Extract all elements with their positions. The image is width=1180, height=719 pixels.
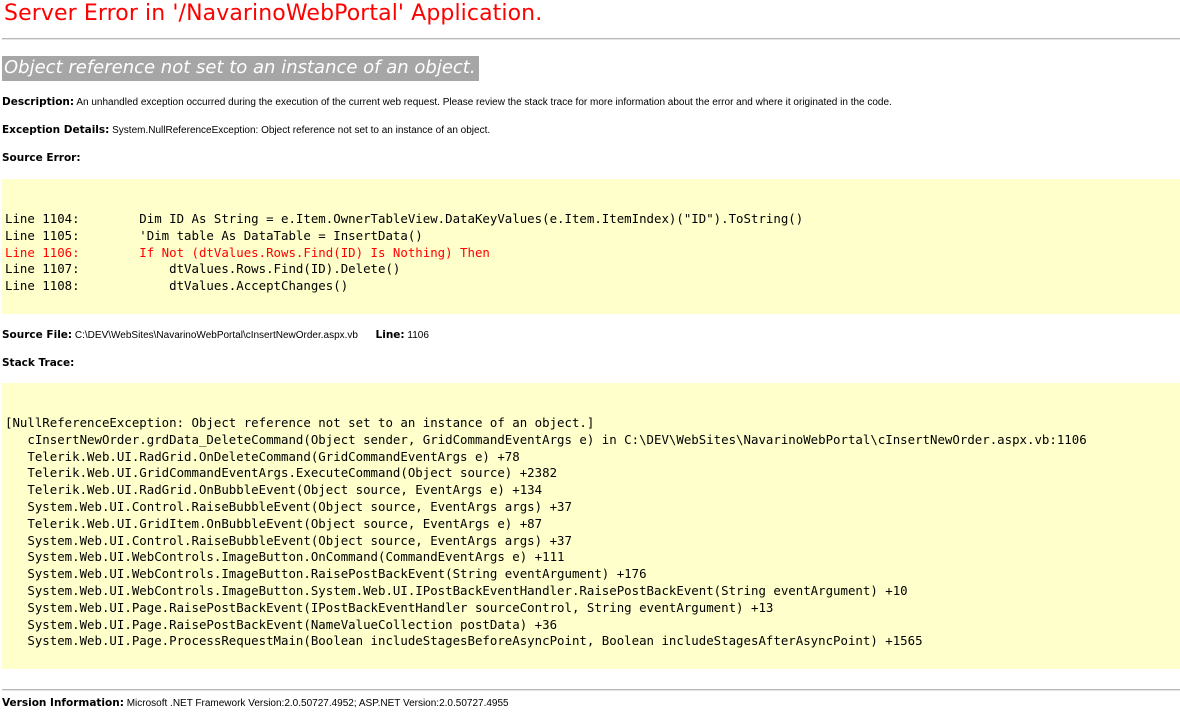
source-line-highlighted: Line 1106: If Not (dtValues.Rows.Find(ID… — [5, 244, 490, 260]
stack-trace-line: System.Web.UI.WebControls.ImageButton.Ra… — [5, 566, 647, 582]
source-file-path: C:\DEV\WebSites\NavarinoWebPortal\cInser… — [74, 330, 358, 341]
stack-trace-line: System.Web.UI.WebControls.ImageButton.On… — [5, 549, 565, 565]
source-line: Line 1108: dtValues.AcceptChanges() — [5, 278, 349, 294]
source-line: Line 1105: 'Dim table As DataTable = Ins… — [5, 227, 423, 243]
stack-trace-label: Stack Trace: — [2, 357, 75, 369]
stack-trace-code-box: [NullReferenceException: Object referenc… — [2, 383, 1180, 669]
page-title: Server Error in '/NavarinoWebPortal' App… — [4, 1, 543, 26]
stack-trace-line: Telerik.Web.UI.RadGrid.OnBubbleEvent(Obj… — [5, 482, 543, 498]
line-number: 1106 — [407, 330, 429, 341]
description-row: Description: An unhandled exception occu… — [2, 96, 892, 108]
stack-trace-row: Stack Trace: — [2, 357, 74, 369]
source-error-row: Source Error: — [2, 152, 81, 164]
stack-trace-line: Telerik.Web.UI.GridItem.OnBubbleEvent(Ob… — [5, 515, 543, 531]
description-label: Description: — [2, 96, 75, 108]
stack-trace-line: Telerik.Web.UI.RadGrid.OnDeleteCommand(G… — [5, 448, 520, 464]
exception-details-label: Exception Details: — [2, 124, 110, 136]
version-info-row: Version Information: Microsoft .NET Fram… — [2, 697, 509, 709]
version-info-text: Microsoft .NET Framework Version:2.0.507… — [126, 698, 509, 709]
stack-trace-line: System.Web.UI.Page.ProcessRequestMain(Bo… — [5, 633, 923, 649]
stack-trace-line: System.Web.UI.Control.RaiseBubbleEvent(O… — [5, 498, 572, 514]
stack-trace-line: Telerik.Web.UI.GridCommandEventArgs.Exec… — [5, 465, 558, 481]
bottom-divider — [2, 689, 1180, 691]
stack-trace-line: System.Web.UI.Page.RaisePostBackEvent(IP… — [5, 599, 774, 615]
stack-trace-line: [NullReferenceException: Object referenc… — [5, 415, 595, 430]
stack-trace-block: [NullReferenceException: Object referenc… — [2, 383, 1180, 650]
top-divider — [2, 38, 1180, 40]
stack-trace-line: System.Web.UI.WebControls.ImageButton.Sy… — [5, 582, 908, 598]
source-file-row: Source File: C:\DEV\WebSites\NavarinoWeb… — [2, 329, 429, 341]
error-message-heading: Object reference not set to an instance … — [2, 56, 479, 81]
exception-details-row: Exception Details: System.NullReferenceE… — [2, 124, 490, 136]
source-error-code-box: Line 1104: Dim ID As String = e.Item.Own… — [2, 179, 1180, 314]
source-line: Line 1107: dtValues.Rows.Find(ID).Delete… — [5, 261, 401, 277]
exception-details-text: System.NullReferenceException: Object re… — [112, 125, 491, 136]
stack-trace-line: System.Web.UI.Page.RaisePostBackEvent(Na… — [5, 616, 558, 632]
line-label: Line: — [375, 329, 405, 341]
stack-trace-line: System.Web.UI.Control.RaiseBubbleEvent(O… — [5, 532, 572, 548]
stack-trace-line: cInsertNewOrder.grdData_DeleteCommand(Ob… — [5, 431, 1087, 447]
source-file-label: Source File: — [2, 329, 73, 341]
source-error-label: Source Error: — [2, 152, 81, 164]
source-line: Line 1104: Dim ID As String = e.Item.Own… — [5, 211, 804, 226]
description-text: An unhandled exception occurred during t… — [76, 97, 892, 108]
version-info-label: Version Information: — [2, 697, 124, 709]
source-code-block: Line 1104: Dim ID As String = e.Item.Own… — [2, 179, 1180, 295]
